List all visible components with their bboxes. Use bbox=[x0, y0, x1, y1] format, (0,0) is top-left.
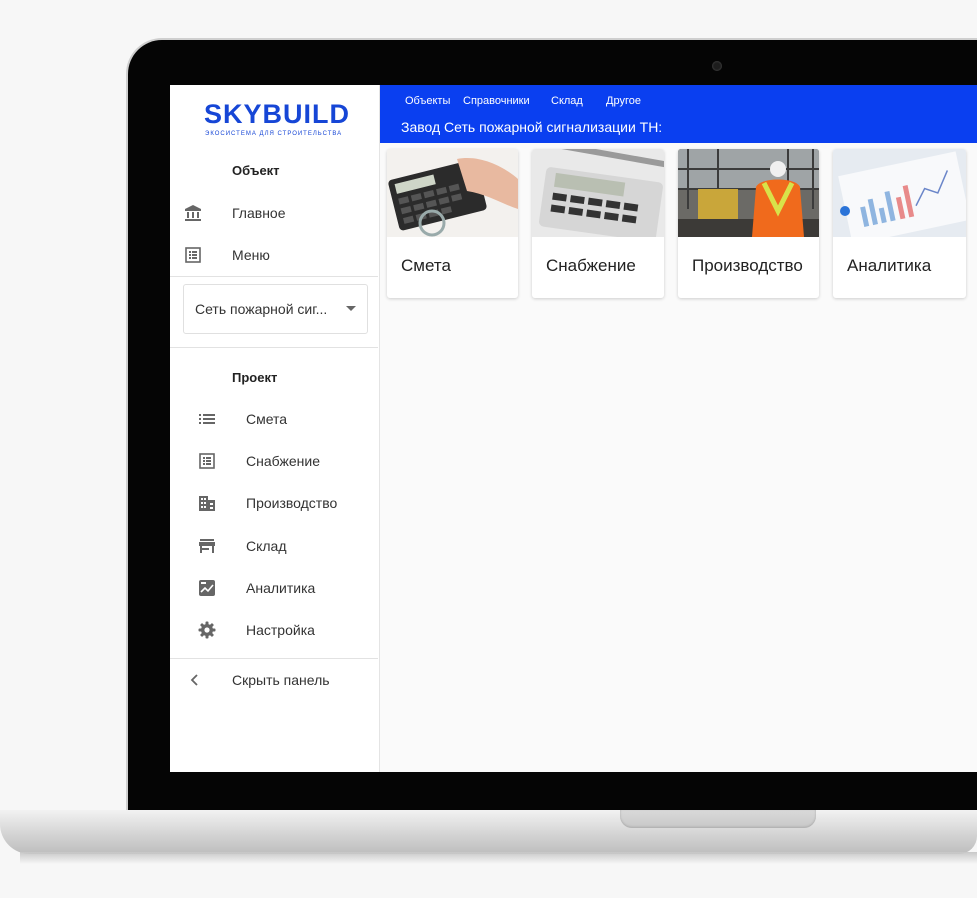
divider bbox=[170, 658, 378, 659]
sidebar-item-settings[interactable]: Настройка bbox=[170, 611, 378, 649]
sidebar-item-menu[interactable]: Меню bbox=[170, 236, 378, 274]
sidebar-item-label: Аналитика bbox=[246, 580, 316, 596]
sidebar-item-label: Смета bbox=[246, 411, 288, 427]
card-estimate[interactable]: Смета bbox=[387, 149, 518, 298]
list-alt-icon bbox=[198, 452, 216, 470]
card-title: Снабжение bbox=[546, 256, 636, 275]
laptop-base bbox=[0, 810, 977, 854]
sidebar-item-label: Производство bbox=[246, 495, 338, 511]
card-title: Производство bbox=[692, 256, 803, 275]
chart-icon bbox=[198, 579, 216, 597]
chevron-left-icon bbox=[186, 671, 204, 689]
card-title: Аналитика bbox=[847, 256, 932, 275]
object-section-title: Объект bbox=[232, 163, 280, 178]
list-alt-icon bbox=[184, 246, 202, 264]
page-subtitle: Завод Сеть пожарной сигнализации ТН: bbox=[401, 119, 663, 135]
laptop-notch bbox=[620, 810, 816, 828]
charts-document-photo bbox=[833, 149, 966, 245]
sidebar-item-estimate[interactable]: Смета bbox=[170, 400, 378, 438]
object-select-value: Сеть пожарной сиг... bbox=[195, 301, 328, 317]
sidebar-item-label: Меню bbox=[232, 247, 270, 263]
menu-references[interactable]: Справочники bbox=[463, 95, 530, 107]
sidebar-item-production[interactable]: Производство bbox=[170, 484, 378, 522]
store-icon bbox=[198, 537, 216, 555]
gear-icon bbox=[198, 621, 216, 639]
top-bar: Объекты Справочники Склад Другое Завод С… bbox=[380, 85, 977, 143]
app-screen: SKYBUILD ЭКОСИСТЕМА ДЛЯ СТРОИТЕЛЬСТВА Об… bbox=[170, 85, 977, 772]
logo-wordmark: SKYBUILD bbox=[204, 99, 351, 129]
sidebar-item-label: Снабжение bbox=[246, 453, 320, 469]
list-icon bbox=[198, 410, 216, 428]
card-supply[interactable]: Снабжение bbox=[532, 149, 664, 298]
card-title: Смета bbox=[401, 256, 451, 275]
dropdown-arrow-icon bbox=[346, 306, 356, 311]
sidebar: SKYBUILD ЭКОСИСТЕМА ДЛЯ СТРОИТЕЛЬСТВА Об… bbox=[170, 85, 380, 772]
sidebar-item-main[interactable]: Главное bbox=[170, 194, 378, 232]
menu-other[interactable]: Другое bbox=[606, 95, 641, 107]
sidebar-item-label: Настройка bbox=[246, 622, 315, 638]
calculator-pen-photo bbox=[532, 149, 664, 242]
building-icon bbox=[198, 494, 216, 512]
hide-panel-label: Скрыть панель bbox=[232, 672, 330, 688]
card-production[interactable]: Производство bbox=[678, 149, 819, 298]
laptop-shadow bbox=[20, 852, 977, 864]
webcam-icon bbox=[712, 61, 722, 71]
sidebar-item-label: Склад bbox=[246, 538, 287, 554]
project-section-title: Проект bbox=[232, 370, 278, 385]
divider bbox=[170, 347, 378, 348]
divider bbox=[170, 276, 378, 277]
hide-panel-button[interactable]: Скрыть панель bbox=[170, 661, 378, 699]
menu-objects[interactable]: Объекты bbox=[405, 95, 450, 107]
bank-icon bbox=[184, 204, 202, 222]
sidebar-item-warehouse[interactable]: Склад bbox=[170, 527, 378, 565]
logo[interactable]: SKYBUILD ЭКОСИСТЕМА ДЛЯ СТРОИТЕЛЬСТВА bbox=[203, 95, 349, 139]
sidebar-item-label: Главное bbox=[232, 205, 286, 221]
construction-worker-photo bbox=[678, 149, 819, 237]
sidebar-item-analytics[interactable]: Аналитика bbox=[170, 569, 378, 607]
sidebar-item-supply[interactable]: Снабжение bbox=[170, 442, 378, 480]
calculator-hand-photo bbox=[387, 149, 518, 237]
logo-tagline: ЭКОСИСТЕМА ДЛЯ СТРОИТЕЛЬСТВА bbox=[205, 131, 343, 137]
card-analytics[interactable]: Аналитика bbox=[833, 149, 966, 298]
object-select[interactable]: Сеть пожарной сиг... bbox=[183, 284, 368, 334]
menu-warehouse[interactable]: Склад bbox=[551, 95, 583, 107]
